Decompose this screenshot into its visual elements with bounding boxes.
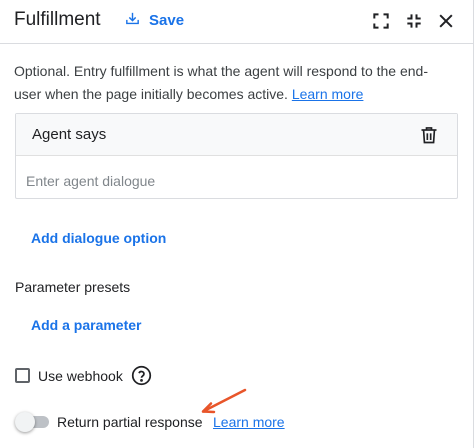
partial-response-label: Return partial response <box>57 414 203 430</box>
panel-header: Fulfillment Save <box>0 0 473 44</box>
agent-says-card: Agent says <box>15 113 458 199</box>
description-text: Optional. Entry fulfillment is what the … <box>14 63 428 102</box>
save-icon <box>124 10 141 31</box>
panel-title: Fulfillment <box>14 9 101 30</box>
toggle-thumb <box>15 412 35 432</box>
save-button-label: Save <box>149 12 185 29</box>
add-parameter-button[interactable]: Add a parameter <box>31 317 141 333</box>
add-dialogue-option-button[interactable]: Add dialogue option <box>31 230 166 246</box>
description: Optional. Entry fulfillment is what the … <box>14 60 454 106</box>
fullscreen-icon[interactable] <box>371 11 391 31</box>
annotation-arrow-icon <box>201 388 247 414</box>
agent-dialogue-input[interactable] <box>26 169 446 193</box>
trash-icon[interactable] <box>419 125 439 145</box>
use-webhook-checkbox[interactable] <box>15 368 30 383</box>
parameter-presets-label: Parameter presets <box>15 279 131 295</box>
agent-says-title: Agent says <box>32 126 107 143</box>
learn-more-link[interactable]: Learn more <box>292 86 364 102</box>
agent-says-header: Agent says <box>16 114 457 156</box>
fulfillment-panel: Fulfillment Save Optional. Entry fulfill… <box>0 0 474 448</box>
save-button[interactable]: Save <box>124 10 184 31</box>
partial-response-toggle[interactable] <box>15 412 49 432</box>
close-icon[interactable] <box>436 11 456 31</box>
help-icon[interactable] <box>131 365 152 386</box>
use-webhook-label: Use webhook <box>38 368 123 384</box>
collapse-icon[interactable] <box>404 11 424 31</box>
partial-response-learn-more-link[interactable]: Learn more <box>213 414 285 430</box>
